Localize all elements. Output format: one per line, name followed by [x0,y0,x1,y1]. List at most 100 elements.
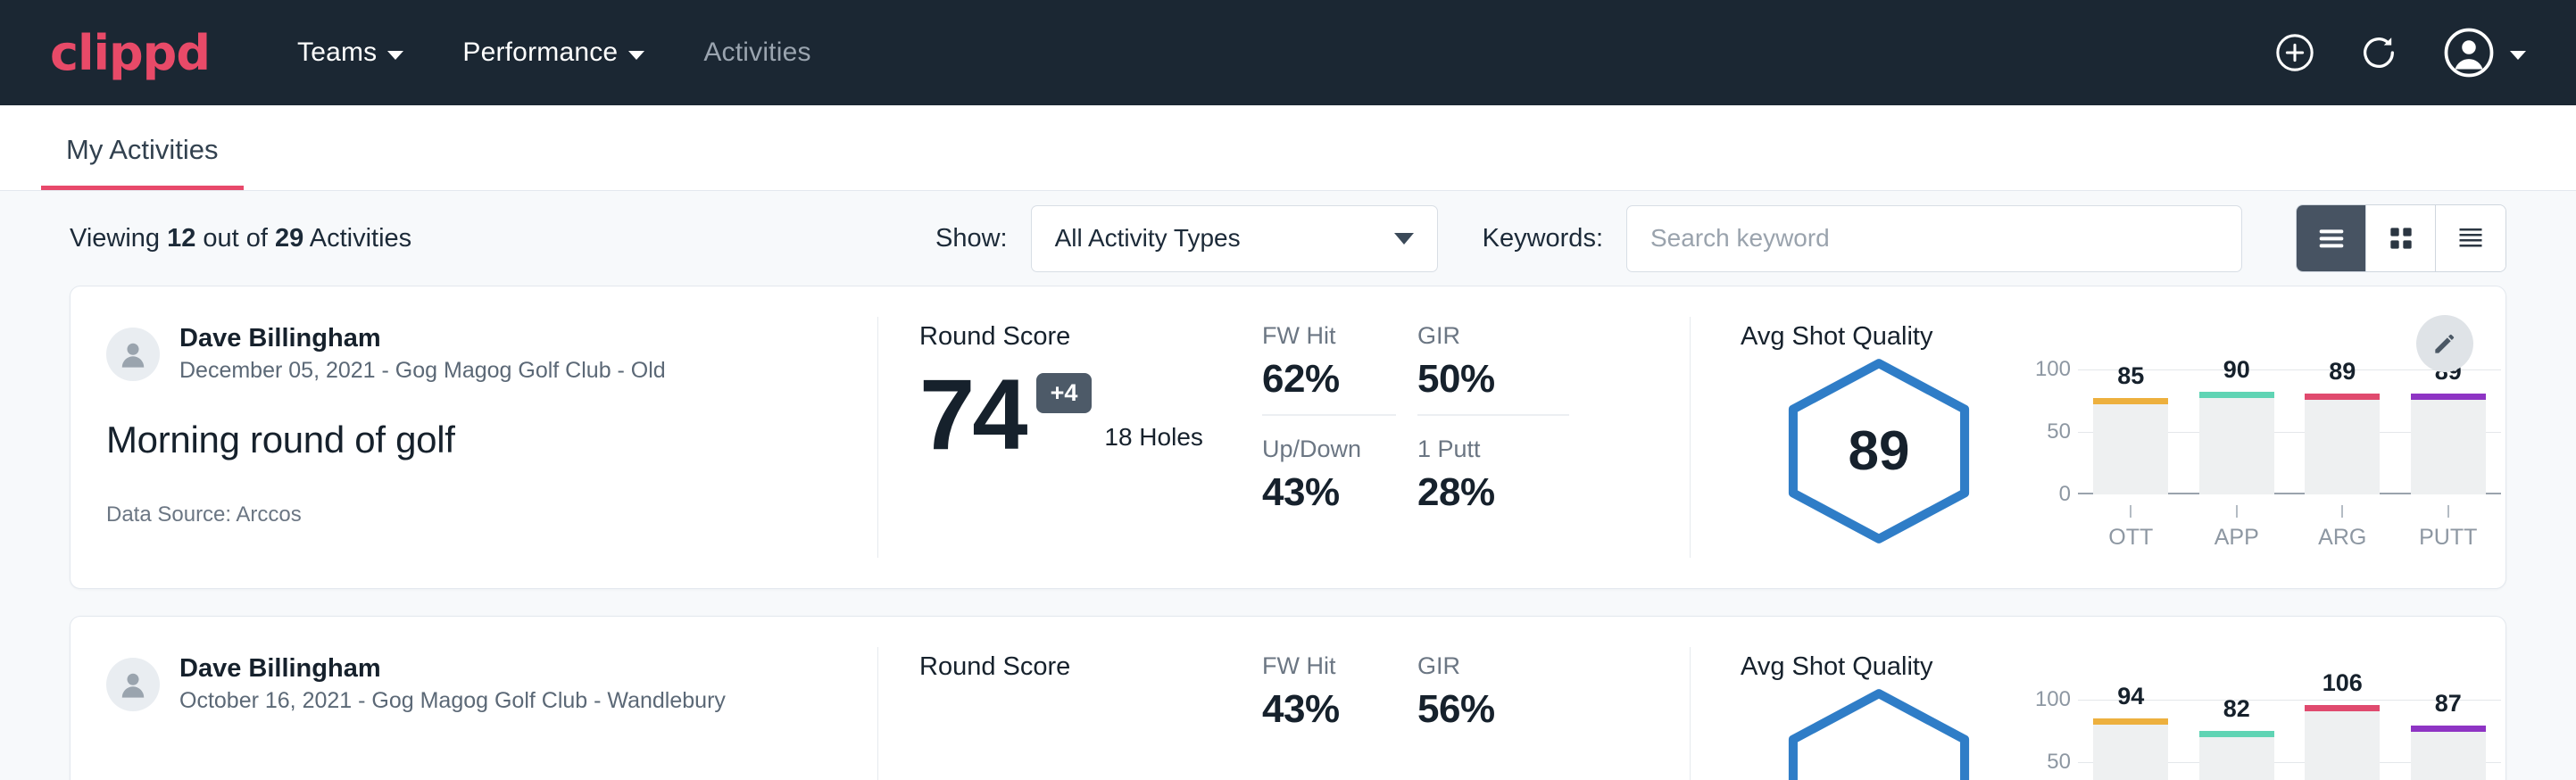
nav-item-activities[interactable]: Activities [700,30,814,75]
stat-gir: GIR 50% [1417,322,1569,416]
edit-activity-button[interactable] [2416,315,2473,372]
stat-label: GIR [1417,652,1569,680]
chart-bars-area: 85 90 [2078,369,2501,494]
plus-circle-icon [2274,32,2315,73]
bar-cap [2305,705,2380,711]
player-name: Dave Billingham [179,322,666,354]
stat-label: Up/Down [1262,436,1396,463]
bar-slot: 85 [2093,369,2168,494]
nav-item-activities-label: Activities [703,37,810,68]
add-activity-button[interactable] [2274,32,2315,73]
stat-value: 43% [1262,687,1396,732]
chevron-down-icon [387,51,403,60]
top-navigation-bar: clippd Teams Performance Activities [0,0,2576,105]
bar-app: 82 [2199,731,2274,780]
round-score-label: Round Score [919,652,1262,682]
bar-group: 85 90 [2078,369,2501,494]
y-tick-label: 0 [2059,482,2071,507]
avatar [106,328,160,381]
stat-label: GIR [1417,322,1569,350]
over-par-badge: +4 [1036,373,1093,413]
activity-type-select[interactable]: All Activity Types [1031,205,1438,272]
x-tick-label: APP [2215,525,2259,551]
show-label: Show: [935,224,1008,253]
avg-shot-quality-label: Avg Shot Quality [1741,322,2505,352]
stat-gir: GIR 56% [1417,652,1569,744]
bar-slot: 87 [2411,700,2486,780]
shot-quality-bar-chart: 100 50 0 [2028,685,2501,780]
y-tick-label: 100 [2035,357,2071,382]
avg-shot-quality-label: Avg Shot Quality [1741,652,2505,682]
viewing-count-text: Viewing 12 out of 29 Activities [70,224,411,253]
avg-shot-quality-value: 89 [1776,355,1982,547]
person-icon [112,664,154,705]
stats-column: FW Hit 62% GIR 50% Up/Down 43% 1 Putt 28… [1262,286,1691,588]
stats-column: FW Hit 43% GIR 56% [1262,617,1691,780]
bar-cap [2411,726,2486,732]
activity-card[interactable]: Dave Billingham December 05, 2021 - Gog … [70,286,2506,589]
bar-value: 85 [2093,362,2168,390]
stat-label: FW Hit [1262,322,1396,350]
y-tick-label: 50 [2047,419,2071,444]
y-tick-label: 50 [2047,750,2071,775]
stat-fw-hit: FW Hit 43% [1262,652,1396,744]
bar-value: 94 [2093,683,2168,710]
nav-item-teams-label: Teams [297,37,377,68]
stat-fw-hit: FW Hit 62% [1262,322,1396,416]
x-tick-label: ARG [2318,525,2366,551]
round-score-row: 74 +4 18 Holes [919,368,1262,462]
chevron-down-icon [2510,51,2526,60]
bar-ott: 94 [2093,718,2168,780]
shot-quality-bar-chart: 100 50 0 [2028,355,2501,551]
shot-quality-body: 100 50 0 [1741,685,2505,780]
bar-slot: 82 [2199,700,2274,780]
x-tick-label: PUTT [2419,525,2477,551]
y-tick-label: 100 [2035,687,2071,712]
tab-my-activities[interactable]: My Activities [41,134,244,190]
viewing-suffix: Activities [303,224,411,253]
activity-meta: December 05, 2021 - Gog Magog Golf Club … [179,356,666,386]
viewing-prefix: Viewing [70,224,167,253]
grid-view-icon [2383,220,2419,256]
view-mode-grid-button[interactable] [2366,205,2436,271]
bar-cap [2411,394,2486,400]
x-tick: ARG [2305,505,2380,551]
account-menu[interactable] [2442,26,2526,79]
x-tick-mark [2130,505,2131,518]
page-tab-bar: My Activities [0,105,2576,191]
view-mode-compact-button[interactable] [2436,205,2505,271]
toolbar-controls: Show: All Activity Types Keywords: [935,204,2506,272]
bar-slot: 89 [2411,369,2486,494]
round-score-value: 74 [919,368,1026,462]
refresh-button[interactable] [2358,32,2399,73]
keywords-label: Keywords: [1483,224,1603,253]
stat-value: 50% [1417,357,1569,402]
nav-item-teams[interactable]: Teams [294,30,407,75]
stat-one-putt: 1 Putt 28% [1417,436,1569,527]
nav-item-performance[interactable]: Performance [459,30,648,75]
bar-putt: 87 [2411,726,2486,780]
viewing-total: 29 [275,224,303,253]
stat-value: 62% [1262,357,1396,402]
chart-x-axis: OTT APP ARG PUTT [2078,505,2501,551]
bar-slot: 94 [2093,700,2168,780]
x-tick-mark [2447,505,2449,518]
bar-putt: 89 [2411,394,2486,494]
chart-bars-area: 94 82 [2078,700,2501,780]
avg-shot-quality-value [1776,685,1982,780]
bar-value: 87 [2411,690,2486,718]
x-tick-label: OTT [2108,525,2153,551]
search-input[interactable] [1626,205,2242,272]
player-name: Dave Billingham [179,652,726,685]
compact-view-icon [2453,220,2489,256]
shot-quality-hexagon: 89 [1776,355,1982,547]
refresh-icon [2358,32,2399,73]
stat-label: FW Hit [1262,652,1396,680]
view-mode-list-button[interactable] [2297,205,2366,271]
round-score-column: Round Score 74 +4 18 Holes [878,286,1262,588]
brand-logo[interactable]: clippd [50,25,210,81]
chart-y-axis: 100 50 0 [2028,700,2078,780]
bar-cap [2305,394,2380,400]
activity-player: Dave Billingham December 05, 2021 - Gog … [106,322,835,386]
activity-card[interactable]: Dave Billingham October 16, 2021 - Gog M… [70,616,2506,780]
